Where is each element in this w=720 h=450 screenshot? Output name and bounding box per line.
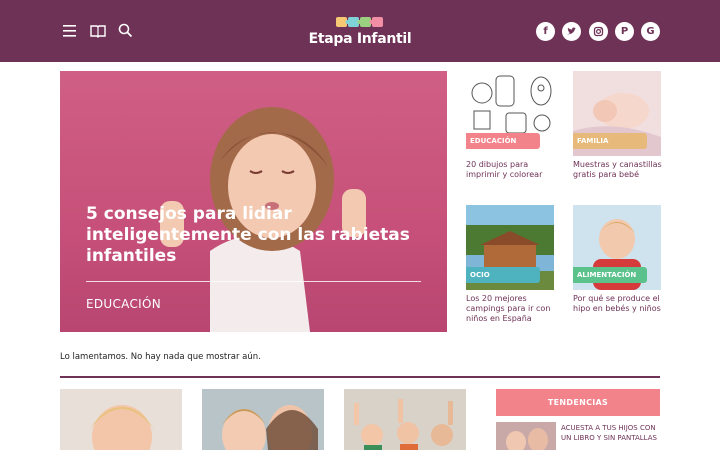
- featured-image: [160, 107, 366, 332]
- search-icon[interactable]: [117, 22, 135, 40]
- card-title[interactable]: 20 dibujos para imprimir y colorear: [466, 160, 556, 180]
- trending-item-title[interactable]: ACUESTA A TUS HIJOS CON UN LIBRO Y SIN P…: [561, 423, 661, 443]
- twitter-icon[interactable]: [562, 22, 581, 41]
- book-icon[interactable]: [89, 22, 107, 40]
- featured-title[interactable]: 5 consejos para lidiar inteligentemente …: [86, 204, 421, 267]
- article-thumbnail[interactable]: [202, 389, 324, 450]
- brand-name: Etapa Infantil: [308, 31, 412, 47]
- card-title[interactable]: Muestras y canastillas gratis para bebé: [573, 160, 663, 180]
- menu-icon[interactable]: [62, 22, 80, 40]
- featured-article[interactable]: 5 consejos para lidiar inteligentemente …: [60, 71, 447, 332]
- section-divider: [60, 376, 660, 378]
- puzzle-logo-icon: [336, 17, 383, 27]
- empty-message: Lo lamentamos. No hay nada que mostrar a…: [60, 352, 261, 362]
- facebook-icon[interactable]: f: [536, 22, 555, 41]
- card-title[interactable]: Por qué se produce el hipo en bebés y ni…: [573, 294, 663, 314]
- trending-thumbnail[interactable]: [496, 422, 556, 450]
- featured-divider: [86, 281, 421, 282]
- article-thumbnail[interactable]: [60, 389, 182, 450]
- card-category[interactable]: EDUCACIÓN: [466, 133, 540, 149]
- card-category[interactable]: FAMILIA: [573, 133, 647, 149]
- article-thumbnail[interactable]: [344, 389, 466, 450]
- google-icon[interactable]: G: [641, 22, 660, 41]
- card-category[interactable]: ALIMENTACIÓN: [573, 267, 647, 283]
- featured-category[interactable]: EDUCACIÓN: [86, 297, 161, 311]
- card-title[interactable]: Los 20 mejores campings para ir con niño…: [466, 294, 556, 324]
- pinterest-icon[interactable]: P: [615, 22, 634, 41]
- instagram-icon[interactable]: [589, 22, 608, 41]
- site-header: Etapa Infantil f P G: [0, 0, 720, 62]
- site-logo[interactable]: Etapa Infantil: [300, 12, 420, 52]
- card-category[interactable]: OCIO: [466, 267, 540, 283]
- trending-button[interactable]: TENDENCIAS: [496, 389, 660, 416]
